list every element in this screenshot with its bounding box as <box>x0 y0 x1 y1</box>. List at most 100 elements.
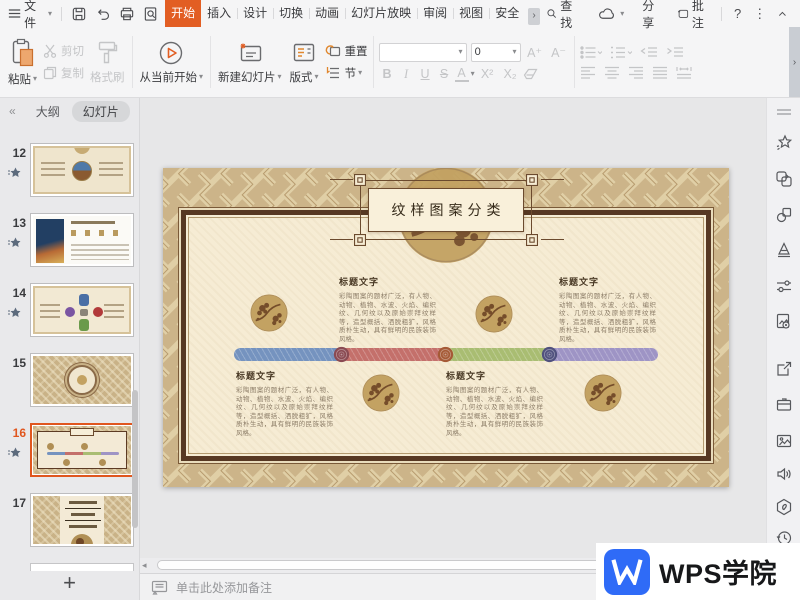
paste-button[interactable]: 粘贴▾ <box>4 27 41 97</box>
font-name-select[interactable]: ▾ <box>379 43 467 62</box>
main-menu-button[interactable]: 文件 ▾ <box>4 0 56 27</box>
strikethrough-button[interactable]: S <box>436 67 453 81</box>
tab-insert[interactable]: 插入 <box>201 0 237 27</box>
tab-outline[interactable]: 大纲 <box>36 103 60 120</box>
corner-ornament-icon <box>354 174 366 186</box>
collapse-panel-button[interactable]: « <box>9 104 14 118</box>
format-painter-button[interactable]: 格式刷 <box>86 27 129 97</box>
numbered-list-button[interactable] <box>610 46 632 59</box>
section-button[interactable]: 节▾ <box>325 65 368 81</box>
superscript-button[interactable]: X² <box>477 67 498 81</box>
tab-view[interactable]: 视图 <box>453 0 489 27</box>
wordart-icon[interactable] <box>775 241 793 259</box>
align-right-button[interactable] <box>628 66 644 79</box>
comment-label: 批注 <box>692 0 710 31</box>
decrease-indent-button[interactable] <box>640 46 658 59</box>
slide-thumbnail-16-selected[interactable]: 16 <box>0 423 140 477</box>
clear-format-icon[interactable] <box>523 67 539 81</box>
tab-slides[interactable]: 幻灯片 <box>72 101 130 122</box>
ink-signature-icon[interactable] <box>775 498 793 516</box>
section-bottom-right[interactable]: 标题文字 彩陶图案的题材广泛，有人物、动物、植物、水波、火焰、编织纹、几何纹以及… <box>446 369 543 438</box>
toolbox-icon[interactable] <box>775 395 793 413</box>
align-center-button[interactable] <box>604 66 620 79</box>
save-button[interactable] <box>67 0 91 27</box>
font-color-button[interactable]: A <box>455 67 469 82</box>
slide-title[interactable]: 纹样图案分类 <box>368 188 524 232</box>
slide-thumbnail-15[interactable]: 15 <box>0 353 140 407</box>
chevron-down-icon: ▾ <box>48 10 52 18</box>
drag-handle-icon[interactable] <box>775 108 793 116</box>
print-preview-icon <box>143 6 159 22</box>
section-bottom-left[interactable]: 标题文字 彩陶图案的题材广泛，有人物、动物、植物、水波、火焰、编织纹、几何纹以及… <box>236 369 333 438</box>
toolbar-expand-strip[interactable]: › <box>789 27 800 97</box>
slide-thumbnail-12[interactable]: 12 <box>0 143 140 197</box>
animation-star-icon <box>7 237 21 249</box>
share-export-icon[interactable] <box>775 360 793 378</box>
bold-button[interactable]: B <box>379 67 396 81</box>
image-tools-icon[interactable] <box>775 312 793 330</box>
tab-home[interactable]: 开始 <box>165 0 201 27</box>
print-preview-button[interactable] <box>139 0 163 27</box>
beautify-star-icon[interactable] <box>775 134 793 152</box>
distribute-text-button[interactable] <box>676 66 692 79</box>
tab-review[interactable]: 审阅 <box>417 0 453 27</box>
more-tabs-button[interactable]: › <box>528 8 540 25</box>
menubar-right-group: 查找 ▾ 分享 批注 ? ⋮ <box>542 0 800 27</box>
copy-button[interactable]: 复制 <box>43 65 84 81</box>
cloud-icon <box>598 6 617 21</box>
share-label: 分享 <box>642 0 661 31</box>
section-top-left[interactable]: 标题文字 彩陶图案的题材广泛，有人物、动物、植物、水波、火焰、编织纹、几何纹以及… <box>339 275 436 344</box>
align-left-button[interactable] <box>580 66 596 79</box>
timeline-segment-purple <box>552 348 658 361</box>
slide-editor-area[interactable]: 纹样图案分类 标题文字 彩陶图案的题材广泛，有人物、动物、植物、水波、火焰、编织… <box>163 168 729 487</box>
slide-thumbnail-preview <box>33 496 131 544</box>
slide-thumbnail-13[interactable]: 13 <box>0 213 140 267</box>
cloud-sync-button[interactable]: ▾ <box>594 0 628 27</box>
play-from-current-button[interactable]: 从当前开始▾ <box>136 27 208 97</box>
share-button[interactable]: 分享 <box>638 0 665 27</box>
cut-button[interactable]: 剪切 <box>43 43 84 59</box>
scroll-left-arrow[interactable]: ◂ <box>142 560 147 571</box>
bullet-list-button[interactable] <box>580 46 602 59</box>
comment-button[interactable]: 批注 <box>673 0 714 27</box>
slide-thumbnail-17[interactable]: 17 <box>0 493 140 547</box>
increase-indent-button[interactable] <box>666 46 684 59</box>
tab-transitions[interactable]: 切换 <box>273 0 309 27</box>
font-size-select[interactable]: 0▾ <box>471 43 521 62</box>
timeline-segment-blue <box>234 348 340 361</box>
shapes-icon[interactable] <box>775 206 793 224</box>
section-top-right[interactable]: 标题文字 彩陶图案的题材广泛，有人物、动物、植物、水波、火焰、编织纹、几何纹以及… <box>559 275 656 344</box>
new-slide-button[interactable]: 新建幻灯片▾ <box>214 27 286 97</box>
tab-slideshow[interactable]: 幻灯片放映 <box>345 0 417 27</box>
panel-scrollbar[interactable] <box>132 390 138 528</box>
add-slide-button[interactable]: + <box>0 570 139 598</box>
audio-icon[interactable] <box>775 465 793 483</box>
chevron-down-icon: ▾ <box>358 69 362 77</box>
undo-button[interactable] <box>91 0 115 27</box>
floral-medallion <box>250 294 288 332</box>
tab-design[interactable]: 设计 <box>237 0 273 27</box>
find-button[interactable]: 查找 <box>542 0 582 27</box>
more-options-button[interactable]: ⋮ <box>748 6 771 22</box>
picture-icon[interactable] <box>775 432 793 450</box>
tab-security[interactable]: 安全 <box>489 0 525 27</box>
increase-font-button[interactable]: A⁺ <box>525 45 545 60</box>
reset-button[interactable]: 重置 <box>325 43 368 59</box>
underline-button[interactable]: U <box>417 67 434 81</box>
home-ribbon-toolbar: 粘贴▾ 剪切 复制 格式刷 从当前开始▾ 新建幻灯片▾ <box>0 27 800 98</box>
object-properties-icon[interactable] <box>775 277 793 295</box>
decrease-font-button[interactable]: A⁻ <box>549 45 569 60</box>
slide-thumbnail-14[interactable]: 14 <box>0 283 140 337</box>
timeline-knot-icon <box>437 346 454 363</box>
collapse-ribbon-button[interactable] <box>777 9 788 19</box>
layout-button[interactable]: 版式▾ <box>286 27 323 97</box>
tab-animation[interactable]: 动画 <box>309 0 345 27</box>
print-button[interactable] <box>115 0 139 27</box>
help-button[interactable]: ? <box>729 6 746 21</box>
slide-thumbnail-preview <box>33 356 131 404</box>
convert-slides-icon[interactable] <box>775 170 793 188</box>
italic-button[interactable]: I <box>398 67 415 82</box>
subscript-button[interactable]: X₂ <box>500 67 521 81</box>
justify-button[interactable] <box>652 66 668 79</box>
chevron-down-icon: ▾ <box>513 48 517 56</box>
